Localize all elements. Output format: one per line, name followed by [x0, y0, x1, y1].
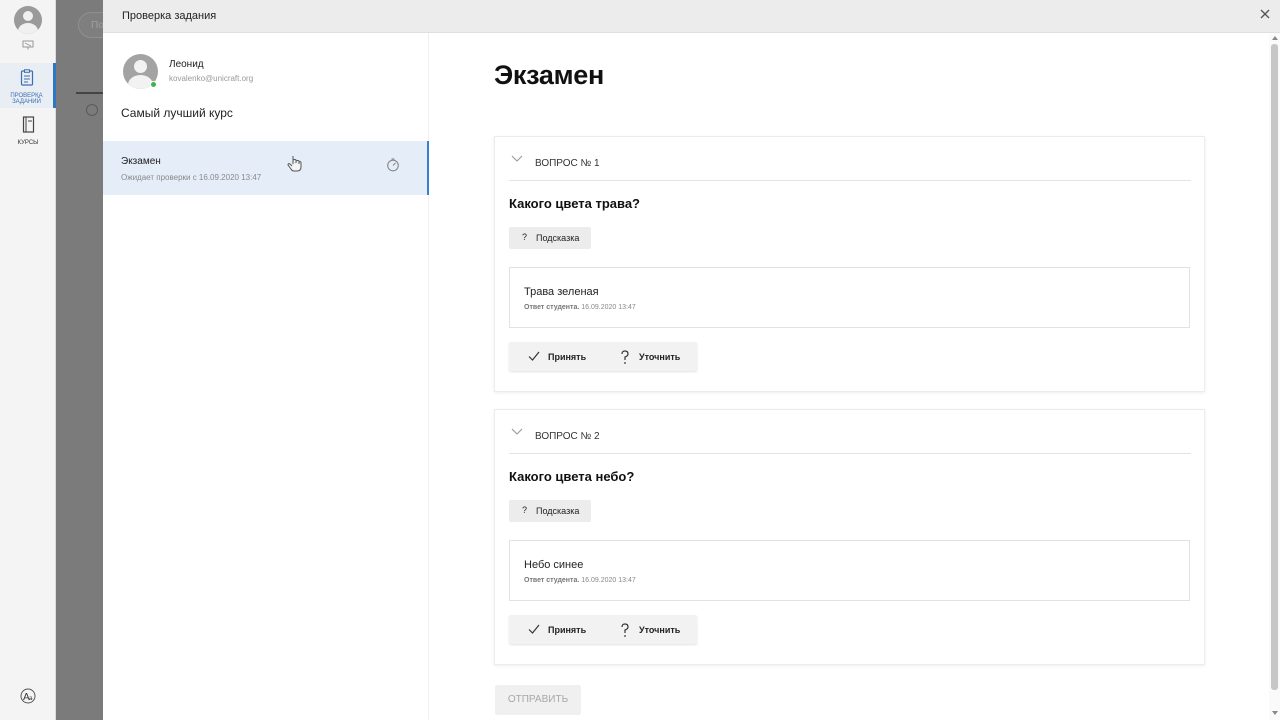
question-card: ВОПРОС № 1 Какого цвета трава? ? Подсказ…: [494, 136, 1205, 392]
rail-item-label: ПРОВЕРКА ЗАДАНИЙ: [10, 93, 43, 105]
student-name: Леонид: [169, 59, 204, 70]
accept-button[interactable]: Принять: [509, 342, 605, 371]
font-size-icon[interactable]: A a: [20, 688, 36, 704]
chevron-down-icon[interactable]: [511, 153, 523, 163]
answer-actions: Принять Уточнить: [509, 342, 697, 371]
hand-cursor-icon: [287, 156, 302, 172]
student-answer: Небо синее Ответ студента. 16.09.2020 13…: [509, 540, 1190, 601]
app-sidebar: ПРОВЕРКА ЗАДАНИЙ КУРСЫ A a: [0, 0, 56, 720]
student-email: kovalenko@unicraft.org: [169, 74, 254, 83]
question-header[interactable]: ВОПРОС № 2: [509, 410, 1191, 454]
clipboard-icon: [20, 69, 33, 86]
question-number: ВОПРОС № 2: [535, 431, 600, 442]
question-icon: [621, 350, 629, 364]
timer-icon: [387, 158, 399, 172]
hint-button[interactable]: ? Подсказка: [509, 227, 591, 249]
question-text: Какого цвета трава?: [509, 196, 641, 211]
dialog-title: Проверка задания: [122, 10, 217, 22]
question-number: ВОПРОС № 1: [535, 158, 600, 169]
clarify-label: Уточнить: [639, 625, 681, 635]
svg-text:a: a: [29, 695, 33, 702]
question-icon: ?: [522, 232, 528, 242]
rail-item-courses[interactable]: КУРСЫ: [0, 116, 56, 148]
hint-label: Подсказка: [536, 233, 580, 243]
task-list-panel: Леонид kovalenko@unicraft.org Самый лучш…: [103, 33, 429, 720]
answer-date: 16.09.2020 13:47: [581, 577, 636, 584]
clarify-button[interactable]: Уточнить: [605, 342, 697, 371]
task-list-item[interactable]: Экзамен Ожидает проверки с 16.09.2020 13…: [103, 141, 429, 195]
close-icon[interactable]: [1258, 7, 1272, 21]
accept-label: Принять: [548, 352, 587, 362]
background-search-placeholder: По: [91, 20, 104, 31]
answer-meta-label: Ответ студента.: [524, 304, 580, 311]
accept-button[interactable]: Принять: [509, 615, 605, 644]
question-icon: ?: [522, 505, 528, 515]
answer-meta: Ответ студента. 16.09.2020 13:47: [524, 304, 636, 311]
accept-label: Принять: [548, 625, 587, 635]
answer-date: 16.09.2020 13:47: [581, 304, 636, 311]
page-title: Экзамен: [494, 60, 605, 90]
rail-item-label: КУРСЫ: [17, 140, 39, 146]
question-card: ВОПРОС № 2 Какого цвета небо? ? Подсказк…: [494, 409, 1205, 665]
scroll-up-icon[interactable]: [1272, 36, 1278, 40]
answer-actions: Принять Уточнить: [509, 615, 697, 644]
task-status: Ожидает проверки с 16.09.2020 13:47: [121, 173, 262, 182]
task-name: Экзамен: [121, 156, 161, 167]
book-icon: [22, 116, 34, 133]
hint-button[interactable]: ? Подсказка: [509, 500, 591, 522]
scroll-down-icon[interactable]: [1272, 711, 1278, 715]
student-answer: Трава зеленая Ответ студента. 16.09.2020…: [509, 267, 1190, 328]
clarify-button[interactable]: Уточнить: [605, 615, 697, 644]
question-text: Какого цвета небо?: [509, 469, 635, 484]
question-header[interactable]: ВОПРОС № 1: [509, 137, 1191, 181]
presentation-icon[interactable]: [22, 40, 34, 50]
answer-meta-label: Ответ студента.: [524, 577, 580, 584]
hint-label: Подсказка: [536, 506, 580, 516]
scrollbar[interactable]: [1269, 33, 1280, 720]
question-icon: [621, 623, 629, 637]
course-title: Самый лучший курс: [121, 106, 233, 120]
submit-button[interactable]: ОТПРАВИТЬ: [495, 685, 581, 715]
online-status-indicator: [150, 81, 157, 88]
scroll-thumb[interactable]: [1271, 44, 1278, 690]
check-icon: [528, 351, 540, 361]
exam-content: Экзамен ВОПРОС № 1 Какого цвета трава? ?…: [429, 33, 1269, 720]
rail-item-task-review[interactable]: ПРОВЕРКА ЗАДАНИЙ: [0, 63, 56, 108]
dialog-header: Проверка задания: [103, 0, 1280, 33]
background-divider: [76, 92, 103, 94]
check-icon: [528, 624, 540, 634]
background-timer-icon: [86, 104, 98, 116]
clarify-label: Уточнить: [639, 352, 681, 362]
answer-meta: Ответ студента. 16.09.2020 13:47: [524, 577, 636, 584]
rail-avatar[interactable]: [14, 6, 42, 34]
chevron-down-icon[interactable]: [511, 426, 523, 436]
answer-text: Небо синее: [524, 559, 584, 571]
task-review-dialog: Проверка задания Леонид kovalenko@unicra…: [103, 0, 1280, 720]
answer-text: Трава зеленая: [524, 286, 599, 298]
